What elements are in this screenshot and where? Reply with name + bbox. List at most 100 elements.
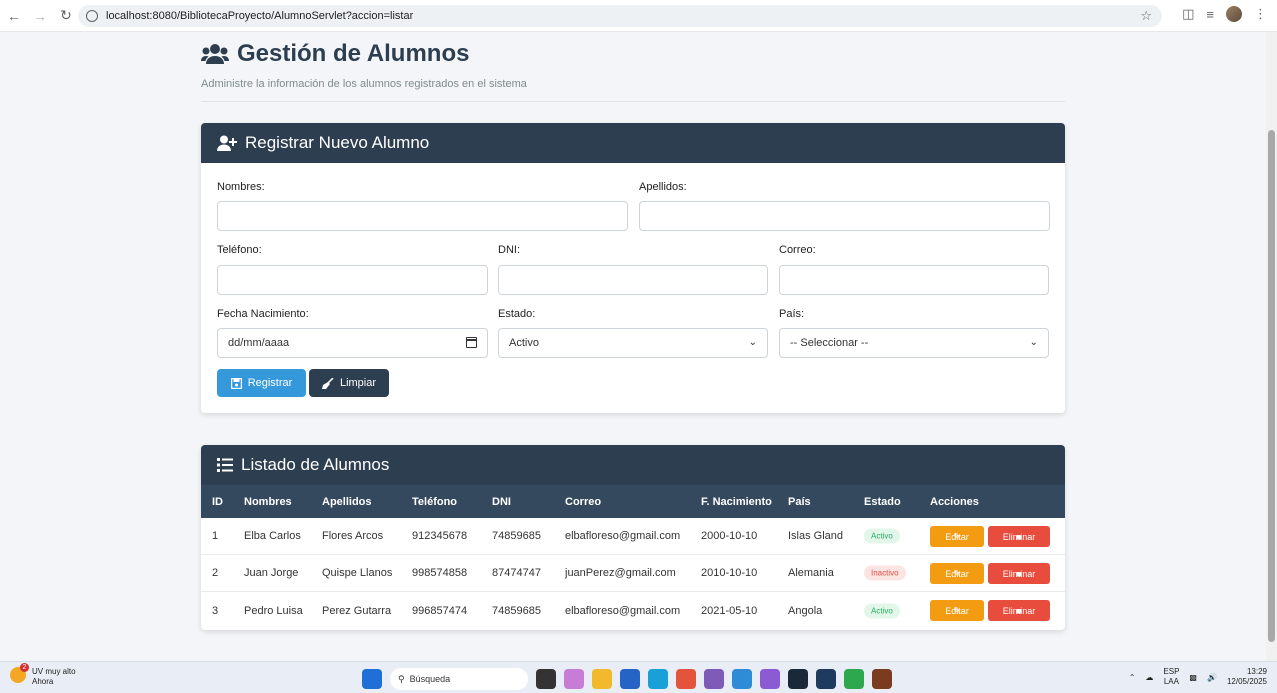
status-badge: Inactivo [864, 565, 906, 581]
cell-correo: elbafloreso@gmail.com [565, 604, 681, 617]
address-bar[interactable]: localhost:8080/BibliotecaProyecto/Alumno… [78, 5, 1162, 27]
nombres-input[interactable] [217, 201, 628, 231]
table-row: 2 Juan Jorge Quispe Llanos 998574858 874… [201, 555, 1065, 592]
delete-button[interactable]: ■ Eliminar [988, 600, 1050, 621]
register-button[interactable]: Registrar [217, 369, 306, 397]
network-icon[interactable]: ▩ [1189, 673, 1197, 682]
pais-select[interactable]: -- Seleccionar -- ⌄ [779, 328, 1049, 358]
weather-widget[interactable]: UV muy alto Ahora [10, 663, 76, 687]
task-view-icon[interactable] [536, 669, 556, 689]
cell-fecha: 2021-05-10 [701, 604, 758, 617]
edit-button-label: Editar [945, 568, 969, 579]
clear-button[interactable]: Limpiar [309, 369, 389, 397]
cell-id: 1 [212, 530, 219, 542]
store-icon[interactable] [620, 669, 640, 689]
cell-telefono: 912345678 [412, 530, 468, 542]
menu-icon[interactable]: ⋮ [1254, 6, 1267, 22]
fecha-placeholder: dd/mm/aaaa [228, 337, 290, 349]
edit-button[interactable]: ✎ Editar [930, 526, 984, 547]
windows-start-icon[interactable] [362, 669, 382, 689]
app-icon[interactable] [872, 669, 892, 689]
pais-label: País: [779, 308, 805, 320]
forward-icon[interactable]: → [28, 4, 52, 28]
list-icon [217, 458, 233, 472]
telefono-label: Teléfono: [217, 244, 262, 256]
nombres-label: Nombres: [217, 181, 265, 193]
keyboard-layout: LAA [1163, 677, 1179, 686]
language-code: ESP [1163, 667, 1180, 676]
cell-dni: 74859685 [492, 530, 541, 542]
delete-button-label: Eliminar [1002, 605, 1036, 616]
extensions-icon[interactable]: ◫ [1182, 6, 1194, 22]
delete-button[interactable]: ■ Eliminar [988, 526, 1050, 547]
taskbar-search[interactable]: ⚲ Búsqueda [390, 668, 528, 690]
estado-selected-value: Activo [509, 337, 539, 349]
scrollbar-thumb[interactable] [1268, 130, 1275, 642]
cell-nombres: Elba Carlos [244, 530, 301, 542]
status-badge: Activo [864, 603, 900, 618]
cell-correo: elbafloreso@gmail.com [565, 530, 681, 542]
site-info-icon[interactable] [86, 10, 98, 22]
list-card-title: Listado de Alumnos [241, 455, 390, 474]
column-header: DNI [492, 495, 511, 508]
calendar-icon[interactable] [466, 337, 477, 348]
correo-input[interactable] [779, 265, 1049, 295]
cell-fecha: 2000-10-10 [701, 530, 758, 542]
clear-button-label: Limpiar [339, 377, 377, 389]
bookmark-star-icon[interactable]: ☆ [1140, 8, 1152, 24]
edit-button-label: Editar [945, 531, 969, 542]
profile-avatar[interactable] [1226, 6, 1242, 22]
column-header: Apellidos [322, 495, 372, 508]
copilot-icon[interactable] [564, 669, 584, 689]
file-explorer-icon[interactable] [592, 669, 612, 689]
page-subtitle: Administre la información de los alumnos… [201, 78, 527, 90]
cell-telefono: 998574858 [412, 567, 468, 579]
fecha-label: Fecha Nacimiento: [217, 308, 309, 320]
telefono-input[interactable] [217, 265, 488, 295]
dni-input[interactable] [498, 265, 768, 295]
delete-button[interactable]: ■ Eliminar [988, 563, 1050, 584]
url-text: localhost:8080/BibliotecaProyecto/Alumno… [106, 10, 414, 22]
cell-apellidos: Flores Arcos [322, 530, 384, 542]
student-list-card: Listado de Alumnos ID Nombres Apellidos … [201, 445, 1065, 630]
users-icon [201, 44, 229, 64]
table-row: 3 Pedro Luisa Perez Gutarra 996857474 74… [201, 592, 1065, 629]
cell-nombres: Juan Jorge [244, 567, 299, 579]
edit-button[interactable]: ✎ Editar [930, 563, 984, 584]
taskbar: UV muy alto Ahora ⚲ Búsqueda ⌃ ☁ ESP LAA… [0, 661, 1277, 693]
cell-dni: 74859685 [492, 604, 541, 617]
cell-apellidos: Perez Gutarra [322, 604, 392, 617]
volume-icon[interactable]: 🔊 [1207, 673, 1217, 682]
clock[interactable]: 13:29 12/05/2025 [1227, 667, 1267, 687]
back-icon[interactable]: ← [2, 4, 26, 28]
visual-studio-icon[interactable] [760, 669, 780, 689]
chevron-up-icon[interactable]: ⌃ [1129, 673, 1136, 682]
register-button-label: Registrar [247, 377, 293, 389]
delete-button-label: Eliminar [1002, 531, 1036, 542]
apellidos-input[interactable] [639, 201, 1050, 231]
language-indicator[interactable]: ESP LAA [1163, 667, 1179, 687]
vscode-icon[interactable] [732, 669, 752, 689]
cloud-icon[interactable]: ☁ [1145, 673, 1153, 682]
register-card-header: Registrar Nuevo Alumno [201, 123, 1065, 163]
weather-icon [10, 663, 29, 683]
column-header: Nombres [244, 495, 292, 508]
reading-list-icon[interactable]: ≡ [1206, 7, 1214, 22]
reload-icon[interactable]: ↻ [54, 4, 78, 28]
fecha-input[interactable]: dd/mm/aaaa [217, 328, 488, 358]
page-scrollbar[interactable] [1266, 32, 1277, 661]
taskbar-search-label: Búsqueda [409, 674, 451, 684]
whatsapp-icon[interactable] [844, 669, 864, 689]
estado-select[interactable]: Activo ⌄ [498, 328, 768, 358]
steam-icon[interactable] [788, 669, 808, 689]
sql-icon[interactable] [816, 669, 836, 689]
cell-correo: juanPerez@gmail.com [565, 567, 676, 579]
chrome-icon[interactable] [676, 669, 696, 689]
cell-id: 2 [212, 567, 219, 579]
cell-pais: Angola [788, 604, 823, 617]
app-icon[interactable] [704, 669, 724, 689]
cell-id: 3 [212, 604, 219, 617]
edit-button[interactable]: ✎ Editar [930, 600, 984, 621]
edge-icon[interactable] [648, 669, 668, 689]
broom-icon [321, 377, 334, 389]
